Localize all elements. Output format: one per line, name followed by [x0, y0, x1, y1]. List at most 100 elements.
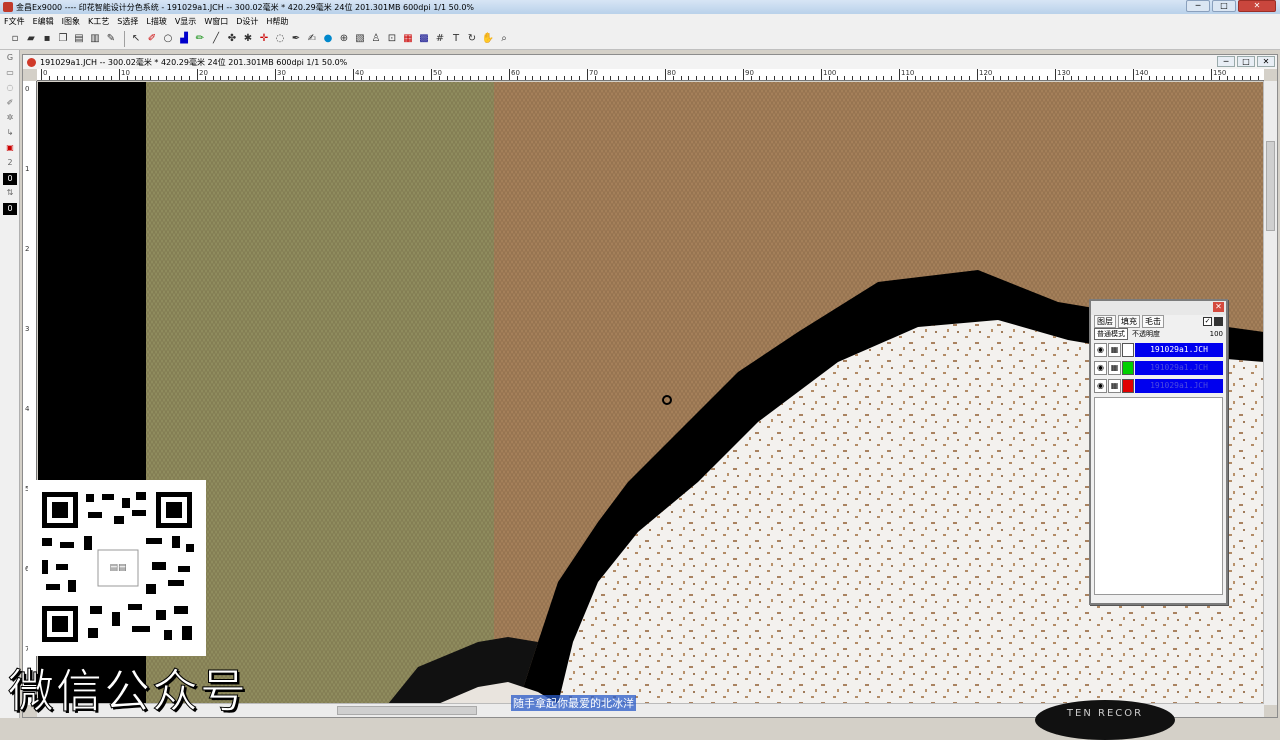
- opacity-value[interactable]: 100: [1210, 330, 1223, 338]
- minimize-button[interactable]: ─: [1186, 0, 1210, 12]
- tool-size-value: 2: [7, 158, 13, 167]
- horizontal-ruler: 0 10 20 30 40 50 60 70 80 90 100 110 120 130 140 150: [37, 69, 1264, 81]
- paste-icon[interactable]: ▤: [72, 32, 86, 46]
- drop-icon[interactable]: ●: [321, 32, 335, 46]
- magnifier-icon[interactable]: ⌕: [497, 32, 511, 46]
- panel-menu-icon[interactable]: [1214, 317, 1223, 326]
- menu-edit[interactable]: E编辑: [33, 16, 54, 27]
- fill-icon[interactable]: ▟: [177, 32, 191, 46]
- wand-icon[interactable]: ✱: [241, 32, 255, 46]
- gradient-icon[interactable]: ▧: [353, 32, 367, 46]
- layers-list-area[interactable]: [1094, 397, 1223, 595]
- layer-row[interactable]: ◉ ▦ 191029a1.JCH: [1094, 360, 1223, 376]
- lasso-icon[interactable]: ◌: [273, 32, 287, 46]
- save-icon[interactable]: ▪: [40, 32, 54, 46]
- ruler-minor-tick: [1164, 76, 1166, 80]
- move-icon[interactable]: ✛: [257, 32, 271, 46]
- open-folder-icon[interactable]: ▰: [24, 32, 38, 46]
- menu-bar: F文件 E编辑 I图象 K工艺 S选择 L描玻 V显示 W窗口 D设计 H帮助: [0, 14, 1280, 28]
- hand-icon[interactable]: ✋: [481, 32, 495, 46]
- star-tool-icon[interactable]: ✲: [3, 113, 17, 125]
- layers-close-button[interactable]: ✕: [1213, 302, 1224, 312]
- ruler-minor-tick: [298, 76, 300, 80]
- swap-icon[interactable]: ⇅: [3, 188, 17, 200]
- ellipse-icon[interactable]: ○: [161, 32, 175, 46]
- smudge-icon[interactable]: ✤: [225, 32, 239, 46]
- line-icon[interactable]: ╱: [209, 32, 223, 46]
- mesh-icon[interactable]: #: [433, 32, 447, 46]
- info-icon[interactable]: ✎: [104, 32, 118, 46]
- rotate-icon[interactable]: ↻: [465, 32, 479, 46]
- menu-view[interactable]: V显示: [175, 16, 196, 27]
- layer-name[interactable]: 191029a1.JCH: [1135, 379, 1223, 393]
- eye-icon[interactable]: ◉: [1094, 361, 1107, 375]
- blend-mode-select[interactable]: 普通模式: [1094, 328, 1128, 340]
- layer-row[interactable]: ◉ ▦ 191029a1.JCH: [1094, 342, 1223, 358]
- layer-name[interactable]: 191029a1.JCH: [1135, 343, 1223, 357]
- menu-design[interactable]: D设计: [236, 16, 258, 27]
- eyedropper-icon[interactable]: ✒: [289, 32, 303, 46]
- zoom-tool-icon[interactable]: ⊕: [337, 32, 351, 46]
- image-canvas[interactable]: [38, 82, 1264, 704]
- panel-check-icon[interactable]: ✓: [1203, 317, 1212, 326]
- ruler-minor-tick: [696, 76, 698, 80]
- menu-file[interactable]: F文件: [4, 16, 25, 27]
- vertical-scrollbar[interactable]: [1263, 81, 1277, 705]
- ruler-minor-tick: [87, 76, 89, 80]
- brush-icon[interactable]: ✐: [145, 32, 159, 46]
- ruler-minor-tick: [524, 76, 526, 80]
- menu-trace[interactable]: L描玻: [146, 16, 166, 27]
- new-file-icon[interactable]: ▫: [8, 32, 22, 46]
- menu-select[interactable]: S选择: [117, 16, 138, 27]
- horizontal-scroll-thumb[interactable]: [337, 706, 477, 715]
- document-titlebar: 191029a1.JCH -- 300.02毫米 * 420.29毫米 24位 …: [23, 55, 1277, 69]
- copy-icon[interactable]: ❐: [56, 32, 70, 46]
- ruler-minor-tick: [782, 76, 783, 80]
- layer-row[interactable]: ◉ ▦ 191029a1.JCH: [1094, 378, 1223, 394]
- ruler-label: 40: [355, 69, 364, 77]
- tab-fill[interactable]: 填充: [1118, 315, 1140, 328]
- ruler-minor-tick: [1140, 76, 1142, 80]
- menu-window[interactable]: W窗口: [204, 16, 228, 27]
- ruler-minor-tick: [727, 76, 729, 80]
- ruler-minor-tick: [337, 76, 339, 80]
- vertical-scroll-thumb[interactable]: [1266, 141, 1275, 231]
- layer-name[interactable]: 191029a1.JCH: [1135, 361, 1223, 375]
- ruler-minor-tick: [306, 76, 308, 80]
- ruler-minor-tick: [111, 76, 113, 80]
- ruler-major-tick: [41, 69, 42, 80]
- pen-tool-icon[interactable]: ↳: [3, 128, 17, 140]
- pencil-icon[interactable]: ✏: [193, 32, 207, 46]
- tool-g[interactable]: G: [3, 53, 17, 65]
- select-arrow-icon[interactable]: ↖: [129, 32, 143, 46]
- tab-layers[interactable]: 图层: [1094, 315, 1116, 328]
- menu-process[interactable]: K工艺: [88, 16, 109, 27]
- stamp-icon[interactable]: ♙: [369, 32, 383, 46]
- doc-close-button[interactable]: ✕: [1257, 56, 1275, 67]
- eye-icon[interactable]: ◉: [1094, 379, 1107, 393]
- layer-lock-icon[interactable]: ▦: [1108, 361, 1121, 375]
- text-tool-icon[interactable]: T: [449, 32, 463, 46]
- close-button[interactable]: ✕: [1238, 0, 1276, 12]
- rect-select-icon[interactable]: ▭: [3, 68, 17, 80]
- menu-help[interactable]: H帮助: [266, 16, 288, 27]
- pen-icon[interactable]: ✍: [305, 32, 319, 46]
- background-color-value[interactable]: 0: [3, 203, 17, 215]
- grid-icon[interactable]: ▩: [417, 32, 431, 46]
- pattern-icon[interactable]: ▦: [401, 32, 415, 46]
- doc-minimize-button[interactable]: ─: [1217, 56, 1235, 67]
- lasso-select-icon[interactable]: ◌: [3, 83, 17, 95]
- maximize-button[interactable]: □: [1212, 0, 1236, 12]
- menu-image[interactable]: I图象: [62, 16, 80, 27]
- eraser-icon[interactable]: ▣: [3, 143, 17, 155]
- tab-brush[interactable]: 毛击: [1142, 315, 1164, 328]
- print-icon[interactable]: ▥: [88, 32, 102, 46]
- layer-lock-icon[interactable]: ▦: [1108, 343, 1121, 357]
- eye-icon[interactable]: ◉: [1094, 343, 1107, 357]
- doc-maximize-button[interactable]: □: [1237, 56, 1255, 67]
- crop-icon[interactable]: ⊡: [385, 32, 399, 46]
- ruler-minor-tick: [797, 76, 799, 80]
- brush-tool-icon[interactable]: ✐: [3, 98, 17, 110]
- layer-lock-icon[interactable]: ▦: [1108, 379, 1121, 393]
- foreground-color-value[interactable]: 0: [3, 173, 17, 185]
